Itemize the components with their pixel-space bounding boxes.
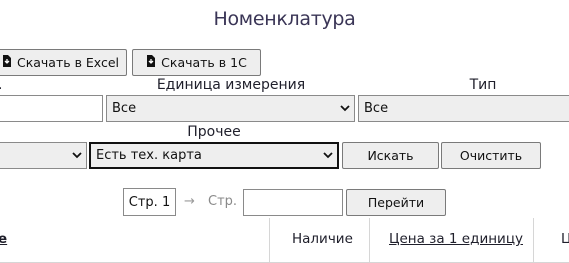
column-header-next: Ц: [561, 231, 569, 247]
partial-select[interactable]: [0, 142, 87, 169]
clear-button[interactable]: Очистить: [441, 142, 541, 169]
chevron-down-icon: [323, 148, 333, 163]
filter-label-partial: .: [0, 77, 4, 93]
partial-filter-input[interactable]: [0, 95, 103, 122]
other-select-value: Есть тех. карта: [96, 148, 202, 163]
page-title: Номенклатура: [213, 8, 356, 30]
page-number-input[interactable]: [243, 189, 343, 216]
download-file-icon: [146, 55, 156, 70]
other-select[interactable]: Есть тех. карта: [89, 142, 339, 169]
download-1c-label: Скачать в 1С: [161, 55, 247, 70]
type-filter-label: Тип: [469, 77, 497, 93]
go-to-page-button[interactable]: Перейти: [346, 189, 446, 216]
download-1c-button[interactable]: Скачать в 1С: [132, 49, 261, 76]
current-page-indicator: Стр. 1: [123, 188, 176, 216]
chevron-down-icon: [340, 101, 350, 116]
search-button[interactable]: Искать: [342, 142, 439, 169]
column-divider: [369, 218, 370, 263]
column-header-price[interactable]: Цена за 1 единицу: [389, 231, 523, 247]
other-filter-label: Прочее: [187, 124, 241, 140]
page-prefix-label: Стр.: [208, 194, 238, 209]
column-header-name[interactable]: е: [0, 231, 7, 247]
next-page-arrow[interactable]: →: [184, 194, 195, 209]
type-select[interactable]: Все: [358, 95, 569, 122]
unit-select[interactable]: Все: [106, 95, 355, 122]
download-excel-button[interactable]: Скачать в Excel: [0, 49, 127, 76]
column-divider: [269, 218, 270, 263]
unit-select-value: Все: [112, 101, 137, 116]
column-divider: [533, 218, 534, 263]
chevron-down-icon: [72, 148, 82, 163]
column-header-availability: Наличие: [292, 231, 353, 247]
download-file-icon: [2, 55, 12, 70]
download-excel-label: Скачать в Excel: [16, 55, 120, 70]
unit-filter-label: Единица измерения: [156, 77, 306, 93]
type-select-value: Все: [364, 101, 389, 116]
